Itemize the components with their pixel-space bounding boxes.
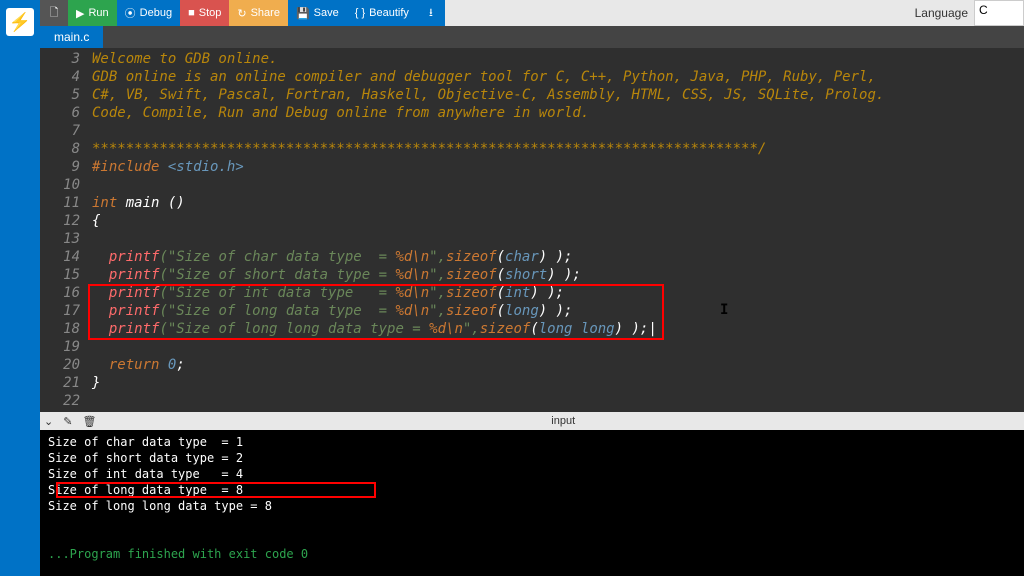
terminal-line: Size of long data type = 8 [48,482,1016,498]
share-icon: ↻ [237,7,246,20]
output-toolbar: ⌄ ✎ 🗑 input [40,412,1024,430]
share-button[interactable]: ↻ Share [229,0,288,26]
bug-icon: ⦿ [125,5,136,21]
save-label: Save [314,7,339,19]
file-icon: 🗋 [50,4,59,23]
beautify-button[interactable]: { } Beautify [347,0,417,26]
terminal-line: Size of short data type = 2 [48,450,1016,466]
output-tab-label[interactable]: input [551,415,575,427]
debug-label: Debug [140,7,172,19]
save-icon: 💾 [296,7,310,20]
terminal-line: Size of long long data type = 8 [48,498,1016,514]
download-icon: ⭳ [429,4,433,23]
pencil-icon[interactable]: ✎ [63,415,72,428]
run-label: Run [88,7,108,19]
code-area[interactable]: Welcome to GDB online. GDB online is an … [88,48,1024,412]
code-line: ****************************************… [92,141,766,157]
code-line: Code, Compile, Run and Debug online from… [92,105,589,121]
text-cursor-icon: I [720,302,728,318]
tab-bar: main.c [40,26,1024,48]
braces-icon: { } [355,7,365,19]
left-rail: ⚡ [0,0,40,576]
code-line: #include [92,159,168,175]
code-line: GDB online is an online compiler and deb… [92,69,876,85]
new-file-button[interactable]: 🗋 [40,0,68,26]
debug-button[interactable]: ⦿ Debug [117,0,180,26]
run-button[interactable]: ▶ Run [68,0,117,26]
beautify-label: Beautify [369,7,409,19]
terminal-output[interactable]: Size of char data type = 1 Size of short… [40,430,1024,576]
toolbar: 🗋 ▶ Run ⦿ Debug ■ Stop ↻ Share 💾 Save { } Beau… [40,0,1024,26]
gutter: 345678910111213141516171819202122 [40,48,88,412]
terminal-line: Size of int data type = 4 [48,466,1016,482]
code-editor[interactable]: 345678910111213141516171819202122 Welcom… [40,48,1024,412]
stop-label: Stop [199,7,222,19]
download-button[interactable]: ⭳ [417,0,445,26]
code-line: C#, VB, Swift, Pascal, Fortran, Haskell,… [92,87,884,103]
play-icon: ▶ [76,7,84,20]
bolt-icon: ⚡ [9,12,31,33]
trash-icon[interactable]: 🗑 [82,415,96,428]
language-label: Language [909,0,974,26]
tab-main-c[interactable]: main.c [40,26,103,48]
app-logo: ⚡ [6,8,34,36]
share-label: Share [251,7,280,19]
chevron-down-icon[interactable]: ⌄ [44,415,53,428]
language-select[interactable]: C [974,0,1024,26]
save-button[interactable]: 💾 Save [288,0,347,26]
stop-button[interactable]: ■ Stop [180,0,229,26]
stop-icon: ■ [188,7,195,19]
terminal-line: Size of char data type = 1 [48,434,1016,450]
code-line: Welcome to GDB online. [92,51,277,67]
terminal-exit-line: ...Program finished with exit code 0 [48,546,1016,562]
